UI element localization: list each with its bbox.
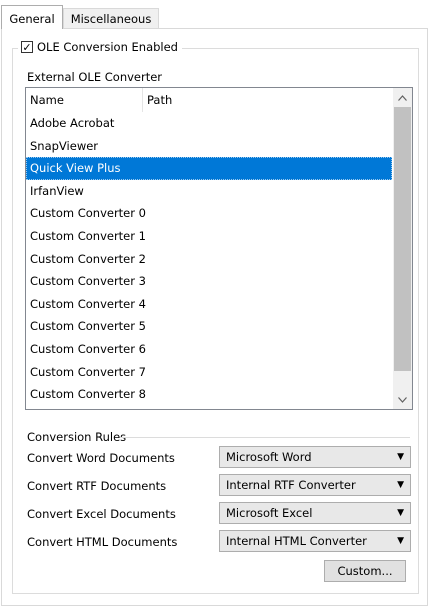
select-value: Internal HTML Converter: [226, 534, 367, 548]
column-header-name[interactable]: Name: [30, 93, 64, 107]
dropdown-arrow-icon[interactable]: ▼: [397, 503, 404, 523]
rule-label-word: Convert Word Documents: [27, 451, 175, 465]
list-item[interactable]: Adobe Acrobat: [26, 112, 392, 135]
ole-conversion-checkbox[interactable]: ✓ OLE Conversion Enabled: [18, 40, 182, 54]
tab-miscellaneous[interactable]: Miscellaneous: [63, 8, 159, 28]
excel-converter-select[interactable]: Microsoft Excel ▼: [219, 502, 411, 524]
list-item[interactable]: IrfanView: [26, 180, 392, 203]
conversion-rules-divider: [120, 437, 410, 438]
dropdown-arrow-icon[interactable]: ▼: [397, 447, 404, 467]
converter-list[interactable]: Name Path Adobe Acrobat SnapViewer Quick V…: [25, 87, 413, 410]
dropdown-arrow-icon[interactable]: ▼: [397, 531, 404, 551]
conversion-rules-heading: Conversion Rules: [27, 430, 127, 444]
word-converter-select[interactable]: Microsoft Word ▼: [219, 446, 411, 468]
select-value: Microsoft Word: [226, 450, 312, 464]
column-divider[interactable]: [142, 88, 143, 112]
custom-button[interactable]: Custom...: [324, 560, 406, 582]
ole-conversion-label: OLE Conversion Enabled: [37, 40, 178, 54]
list-item[interactable]: Custom Converter 1: [26, 225, 392, 248]
select-value: Microsoft Excel: [226, 506, 313, 520]
list-scrollbar[interactable]: [393, 88, 412, 409]
list-item[interactable]: Custom Converter 2: [26, 248, 392, 271]
list-item[interactable]: Custom Converter 6: [26, 338, 392, 361]
external-ole-converter-label: External OLE Converter: [27, 70, 163, 84]
list-item[interactable]: Custom Converter 3: [26, 270, 392, 293]
rtf-converter-select[interactable]: Internal RTF Converter ▼: [219, 474, 411, 496]
chevron-down-icon[interactable]: [393, 390, 412, 409]
list-item[interactable]: Custom Converter 0: [26, 202, 392, 225]
select-value: Internal RTF Converter: [226, 478, 356, 492]
dropdown-arrow-icon[interactable]: ▼: [397, 475, 404, 495]
checkmark-icon[interactable]: ✓: [21, 41, 33, 53]
rule-label-excel: Convert Excel Documents: [27, 507, 176, 521]
chevron-up-icon[interactable]: [393, 88, 412, 107]
list-item[interactable]: Custom Converter 5: [26, 315, 392, 338]
list-item[interactable]: SnapViewer: [26, 135, 392, 158]
scrollbar-thumb[interactable]: [394, 107, 411, 371]
column-header-path[interactable]: Path: [147, 93, 172, 107]
html-converter-select[interactable]: Internal HTML Converter ▼: [219, 530, 411, 552]
list-rows: Adobe Acrobat SnapViewer Quick View Plus Ir…: [26, 112, 392, 406]
list-header: Name Path: [26, 88, 392, 112]
list-item[interactable]: Custom Converter 7: [26, 361, 392, 384]
list-item[interactable]: Custom Converter 4: [26, 293, 392, 316]
list-item[interactable]: Quick View Plus: [26, 157, 392, 180]
rule-label-rtf: Convert RTF Documents: [27, 479, 167, 493]
tab-general[interactable]: General: [1, 5, 63, 29]
rule-label-html: Convert HTML Documents: [27, 535, 178, 549]
list-item[interactable]: Custom Converter 8: [26, 383, 392, 406]
